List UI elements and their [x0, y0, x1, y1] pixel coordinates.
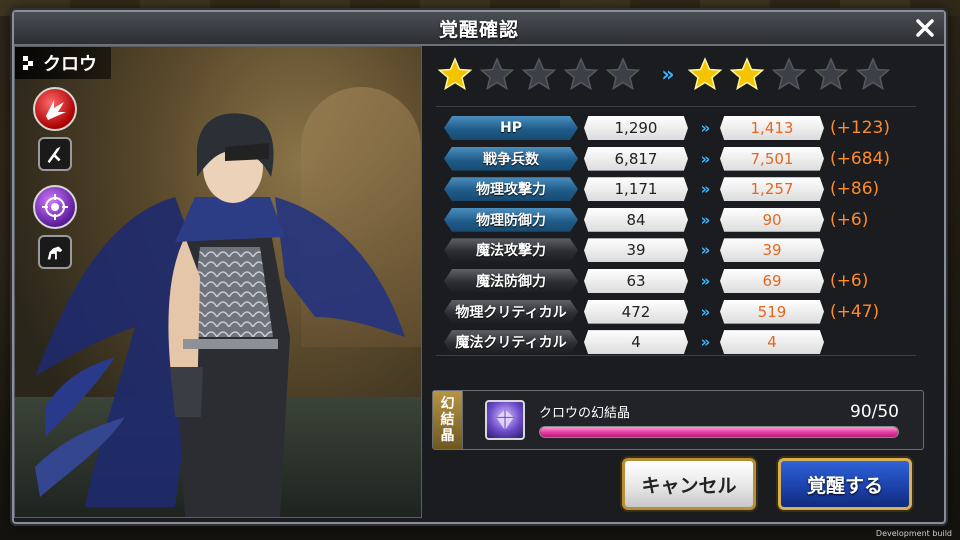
character-portrait: [35, 113, 405, 517]
stat-diff: (+6): [830, 209, 869, 230]
footer-credit: Development build: [875, 529, 952, 538]
stat-diff: (+6): [830, 270, 869, 291]
stat-row: 物理攻撃力 1,171 » 1,257 (+86): [436, 174, 916, 204]
stat-diff: (+47): [830, 301, 880, 322]
stat-next-value: 4: [720, 330, 824, 355]
crystal-tag-char: 晶: [440, 428, 455, 444]
stat-row: 魔法防御力 63 » 69 (+6): [436, 266, 916, 296]
stat-arrow-icon: »: [700, 180, 711, 199]
stat-diff: (+123): [830, 118, 890, 138]
stat-next-value: 39: [720, 238, 824, 263]
cancel-button[interactable]: キャンセル: [622, 458, 756, 510]
checker-icon: [23, 56, 33, 70]
crystal-info: クロウの幻結晶 90/50: [539, 402, 899, 438]
stat-row: 魔法攻撃力 39» 39: [436, 235, 916, 265]
stat-current-value: 39: [584, 238, 688, 263]
stat-row: 物理防御力 84 » 90 (+6): [436, 205, 916, 235]
stat-next-value: 1,257: [720, 177, 824, 202]
stat-next-value: 69: [720, 268, 824, 293]
stat-next-value: 7,501: [720, 146, 824, 171]
stat-arrow-icon: »: [700, 302, 711, 321]
character-name: クロウ: [43, 54, 97, 75]
stat-arrow-icon: »: [700, 241, 711, 260]
crystal-tag-char: 幻: [440, 396, 455, 412]
stat-label: 魔法防御力: [444, 268, 578, 293]
star-empty-icon: [478, 55, 516, 93]
star-empty-icon: [604, 55, 642, 93]
stat-row: 物理クリティカル 472 » 519 (+47): [436, 297, 916, 327]
stat-label: 物理攻撃力: [444, 177, 578, 202]
mount-horse-icon: [38, 235, 72, 269]
star-empty-icon: [854, 55, 892, 93]
star-empty-icon: [770, 55, 808, 93]
star-empty-icon: [562, 55, 600, 93]
stat-arrow-icon: »: [700, 271, 711, 290]
stat-arrow-icon: »: [700, 333, 711, 352]
crystal-tag-char: 結: [440, 412, 455, 428]
stat-arrow-icon: »: [700, 119, 711, 137]
character-name-bar: クロウ: [15, 47, 111, 79]
crystal-name: クロウの幻結晶: [539, 406, 631, 421]
star-filled-icon: [686, 55, 724, 93]
close-button[interactable]: [910, 15, 940, 41]
star-empty-icon: [520, 55, 558, 93]
stat-current-value: 1,171: [584, 177, 688, 202]
stat-label: 魔法クリティカル: [444, 330, 578, 355]
stat-label: 戦争兵数: [444, 146, 578, 171]
stat-current-value: 4: [584, 330, 688, 355]
stat-label: HP: [444, 116, 578, 140]
crystal-icon: [485, 400, 525, 440]
stat-diff: (+86): [830, 179, 880, 200]
character-attribute-icons: [33, 87, 77, 269]
character-panel: クロウ: [14, 46, 422, 518]
crystal-progress-fill: [540, 427, 898, 437]
stat-arrow-icon: »: [700, 210, 711, 229]
star-filled-icon: [728, 55, 766, 93]
stat-current-value: 472: [584, 299, 688, 324]
star-filled-icon: [436, 55, 474, 93]
rarity-arrow: »: [661, 62, 675, 86]
crystal-tag: 幻 結 晶: [433, 391, 463, 449]
stat-current-value: 6,817: [584, 146, 688, 171]
stat-row: HP 1,290 » 1,413 (+123): [436, 113, 916, 143]
crystal-panel: 幻 結 晶 クロウの幻結晶 90/50: [432, 390, 924, 450]
stat-label: 物理防御力: [444, 207, 578, 232]
weapon-swords-icon: [38, 137, 72, 171]
purple-emblem-icon: [33, 185, 77, 229]
stat-row: 戦争兵数 6,817 » 7,501 (+684): [436, 144, 916, 174]
stat-next-value: 90: [720, 207, 824, 232]
stat-row: 魔法クリティカル 4» 4: [436, 327, 916, 357]
stat-diff: (+684): [830, 148, 890, 169]
awaken-button[interactable]: 覚醒する: [778, 458, 912, 510]
close-icon: [916, 19, 934, 37]
stat-current-value: 63: [584, 268, 688, 293]
stat-label: 魔法攻撃力: [444, 238, 578, 263]
title-bar: 覚醒確認: [14, 12, 944, 46]
rarity-stars: »: [436, 54, 916, 94]
stat-current-value: 1,290: [584, 116, 688, 140]
stats-table: HP 1,290 » 1,413 (+123) 戦争兵数 6,817 » 7,501 (+684)…: [436, 106, 916, 356]
red-burst-icon: [33, 87, 77, 131]
stat-arrow-icon: »: [700, 149, 711, 168]
stat-label: 物理クリティカル: [444, 299, 578, 324]
star-empty-icon: [812, 55, 850, 93]
crystal-count: 90/50: [850, 402, 899, 422]
stat-next-value: 1,413: [720, 116, 824, 140]
crystal-progress-bar: [539, 426, 899, 438]
dialog-title: 覚醒確認: [438, 18, 519, 41]
stat-current-value: 84: [584, 207, 688, 232]
stat-next-value: 519: [720, 299, 824, 324]
